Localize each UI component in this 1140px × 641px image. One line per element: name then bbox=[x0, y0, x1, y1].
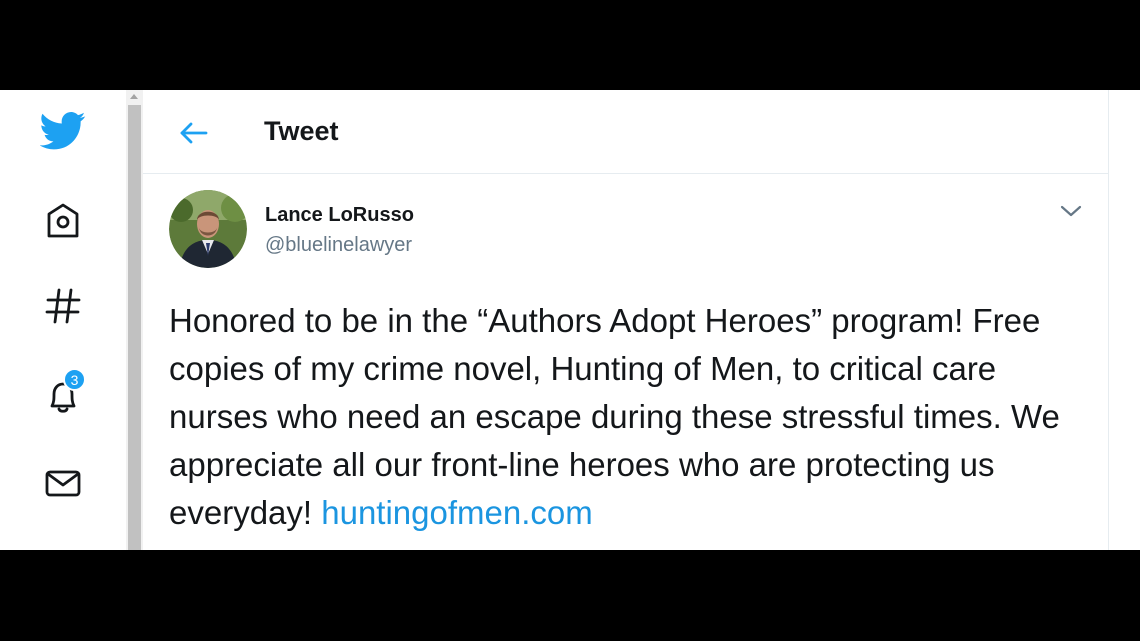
page-header: Tweet bbox=[143, 90, 1108, 174]
scroll-up-icon[interactable] bbox=[130, 94, 138, 99]
chevron-down-icon[interactable] bbox=[1056, 196, 1086, 226]
page-title: Tweet bbox=[264, 116, 339, 146]
mail-icon[interactable] bbox=[40, 460, 86, 506]
avatar[interactable] bbox=[169, 190, 247, 268]
twitter-bird-icon[interactable] bbox=[40, 108, 86, 154]
tweet-link[interactable]: huntingofmen.com bbox=[321, 494, 593, 531]
home-icon[interactable] bbox=[40, 197, 86, 243]
arrow-left-icon[interactable] bbox=[177, 116, 211, 150]
side-navigation: 3 bbox=[0, 90, 126, 550]
main-column: Tweet Lance LoRusso @bluelinelawyer Hono… bbox=[143, 90, 1109, 550]
author-name[interactable]: Lance LoRusso bbox=[265, 204, 414, 227]
tweet-body: Honored to be in the “Authors Adopt Hero… bbox=[169, 302, 1060, 531]
notification-badge: 3 bbox=[63, 368, 86, 391]
scrollbar-thumb[interactable] bbox=[128, 105, 141, 550]
app-window: 3 Tweet Lance LoRusso @bluelinelawyer Ho… bbox=[0, 90, 1140, 550]
tweet-text: Honored to be in the “Authors Adopt Hero… bbox=[169, 297, 1099, 537]
hashtag-icon[interactable] bbox=[40, 283, 86, 329]
scrollbar[interactable] bbox=[126, 90, 143, 550]
author-handle[interactable]: @bluelinelawyer bbox=[265, 234, 412, 257]
